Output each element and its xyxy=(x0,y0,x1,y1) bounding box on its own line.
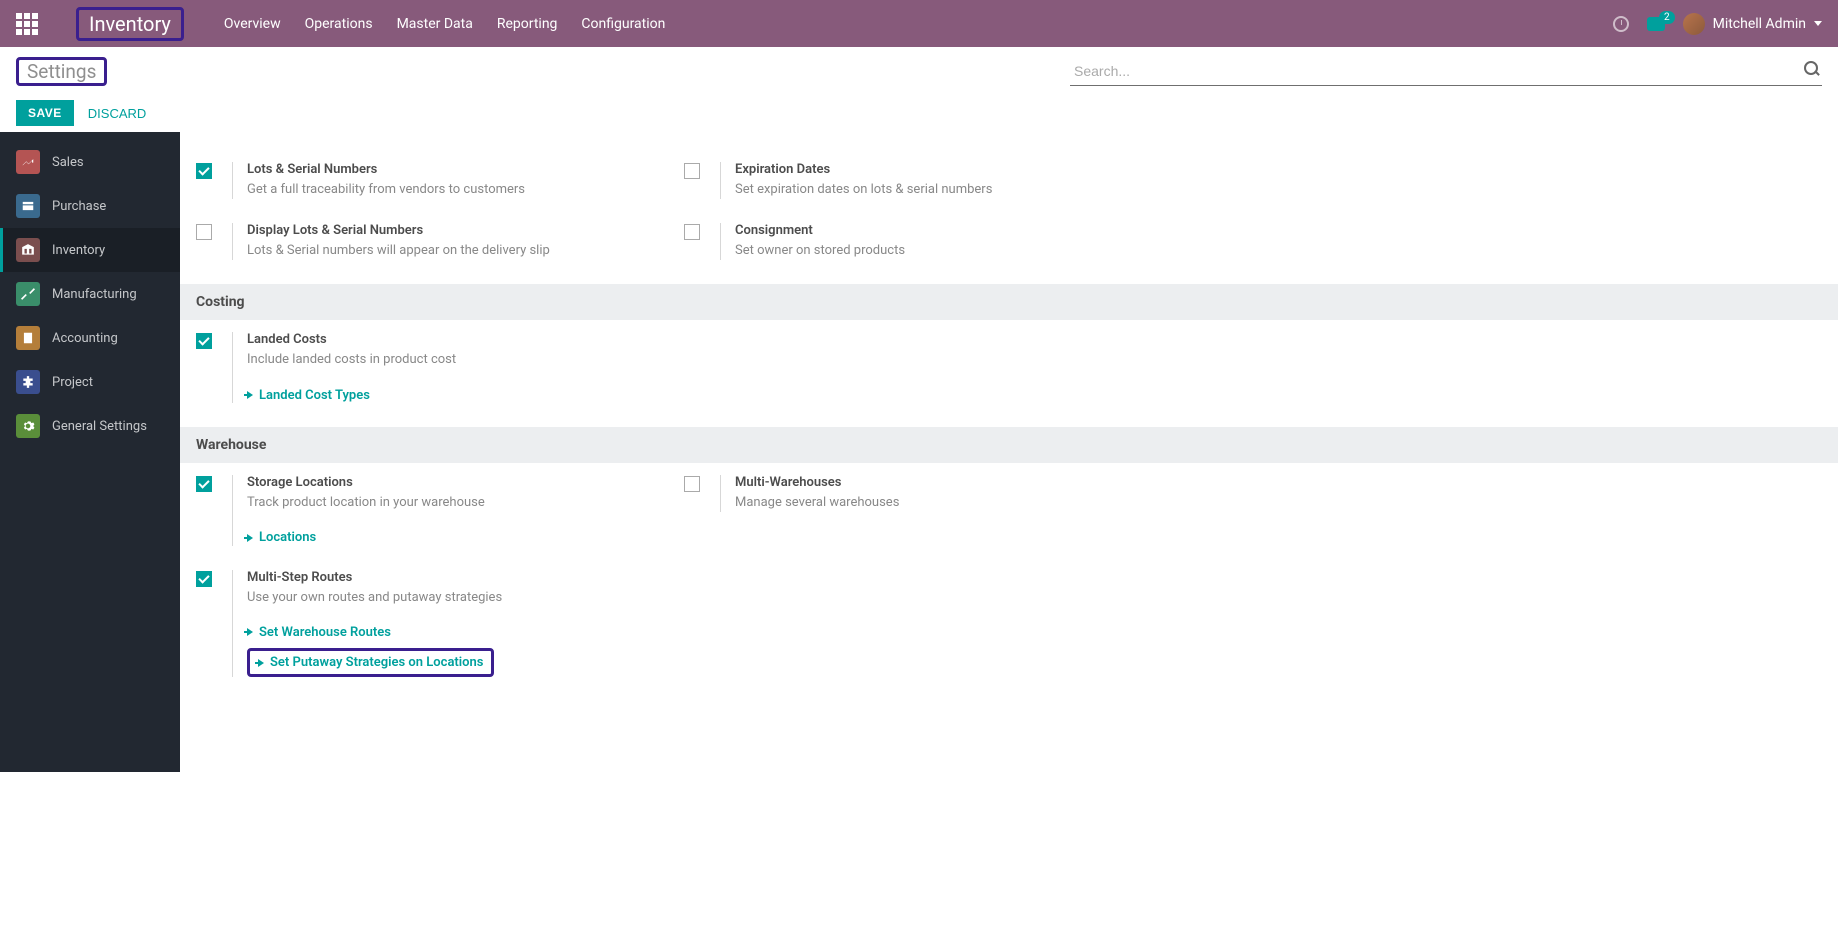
setting-multi-warehouses: Multi-Warehouses Manage several warehous… xyxy=(684,463,1172,524)
setting-desc: Set owner on stored products xyxy=(735,242,1172,260)
setting-title: Lots & Serial Numbers xyxy=(247,162,684,177)
sidebar: Sales Purchase Inventory Manufacturing A… xyxy=(0,132,180,772)
nav-operations[interactable]: Operations xyxy=(305,16,373,32)
setting-multi-step-routes: Multi-Step Routes Use your own routes an… xyxy=(196,558,684,690)
checkbox[interactable] xyxy=(196,476,212,492)
sidebar-item-label: Sales xyxy=(52,155,84,170)
arrow-right-icon xyxy=(247,534,253,542)
setting-title: Multi-Warehouses xyxy=(735,475,1172,490)
messages-icon[interactable]: 2 xyxy=(1647,17,1665,31)
arrow-right-icon xyxy=(247,628,253,636)
checkbox[interactable] xyxy=(196,333,212,349)
sidebar-item-sales[interactable]: Sales xyxy=(0,140,180,184)
save-button[interactable]: SAVE xyxy=(16,100,74,126)
sidebar-item-project[interactable]: Project xyxy=(0,360,180,404)
sidebar-item-inventory[interactable]: Inventory xyxy=(0,228,180,272)
subheader: Settings SAVE DISCARD xyxy=(0,47,1838,132)
topbar: Inventory Overview Operations Master Dat… xyxy=(0,0,1838,47)
sidebar-item-label: General Settings xyxy=(52,419,147,434)
sidebar-item-purchase[interactable]: Purchase xyxy=(0,184,180,228)
topbar-right: 2 Mitchell Admin xyxy=(1613,13,1822,35)
setting-title: Storage Locations xyxy=(247,475,684,490)
nav-configuration[interactable]: Configuration xyxy=(581,16,665,32)
setting-title: Expiration Dates xyxy=(735,162,1172,177)
setting-desc: Get a full traceability from vendors to … xyxy=(247,181,684,199)
app-brand[interactable]: Inventory xyxy=(76,7,184,41)
clock-icon[interactable] xyxy=(1613,16,1629,32)
checkbox[interactable] xyxy=(684,224,700,240)
sidebar-item-label: Inventory xyxy=(52,243,105,258)
setting-desc: Track product location in your warehouse xyxy=(247,494,684,512)
sidebar-item-label: Manufacturing xyxy=(52,287,137,302)
setting-desc: Set expiration dates on lots & serial nu… xyxy=(735,181,1172,199)
setting-desc: Include landed costs in product cost xyxy=(247,351,684,369)
top-nav: Overview Operations Master Data Reportin… xyxy=(224,16,666,32)
apps-icon[interactable] xyxy=(16,13,38,35)
checkbox[interactable] xyxy=(196,163,212,179)
link-locations[interactable]: Locations xyxy=(247,530,316,545)
chevron-down-icon xyxy=(1814,21,1822,26)
setting-consignment: Consignment Set owner on stored products xyxy=(684,211,1172,272)
checkbox[interactable] xyxy=(684,163,700,179)
arrow-right-icon xyxy=(247,391,253,399)
search-input[interactable] xyxy=(1070,57,1822,86)
link-landed-cost-types[interactable]: Landed Cost Types xyxy=(247,388,370,403)
setting-title: Landed Costs xyxy=(247,332,684,347)
page-title: Settings xyxy=(16,57,107,86)
checkbox[interactable] xyxy=(196,571,212,587)
main-content: Lots & Serial Numbers Get a full traceab… xyxy=(180,132,1838,772)
checkbox[interactable] xyxy=(196,224,212,240)
section-header-warehouse: Warehouse xyxy=(180,427,1838,463)
setting-desc: Use your own routes and putaway strategi… xyxy=(247,589,684,607)
user-menu[interactable]: Mitchell Admin xyxy=(1683,13,1822,35)
setting-expiration-dates: Expiration Dates Set expiration dates on… xyxy=(684,150,1172,211)
link-set-warehouse-routes[interactable]: Set Warehouse Routes xyxy=(247,625,391,640)
nav-overview[interactable]: Overview xyxy=(224,16,281,32)
arrow-right-icon xyxy=(258,659,264,667)
user-name: Mitchell Admin xyxy=(1713,16,1806,32)
section-header-costing: Costing xyxy=(180,284,1838,320)
setting-desc: Lots & Serial numbers will appear on the… xyxy=(247,242,684,260)
search-icon[interactable] xyxy=(1804,61,1818,75)
setting-title: Multi-Step Routes xyxy=(247,570,684,585)
sidebar-item-label: Accounting xyxy=(52,331,118,346)
discard-button[interactable]: DISCARD xyxy=(88,106,147,121)
nav-master-data[interactable]: Master Data xyxy=(397,16,473,32)
setting-storage-locations: Storage Locations Track product location… xyxy=(196,463,684,558)
checkbox[interactable] xyxy=(684,476,700,492)
avatar xyxy=(1683,13,1705,35)
setting-title: Display Lots & Serial Numbers xyxy=(247,223,684,238)
nav-reporting[interactable]: Reporting xyxy=(497,16,558,32)
sidebar-item-general-settings[interactable]: General Settings xyxy=(0,404,180,448)
setting-display-lots: Display Lots & Serial Numbers Lots & Ser… xyxy=(196,211,684,272)
setting-title: Consignment xyxy=(735,223,1172,238)
sidebar-item-label: Purchase xyxy=(52,199,106,214)
search-wrap xyxy=(1070,57,1822,86)
setting-lots-serial: Lots & Serial Numbers Get a full traceab… xyxy=(196,150,684,211)
setting-desc: Manage several warehouses xyxy=(735,494,1172,512)
link-set-putaway-strategies[interactable]: Set Putaway Strategies on Locations xyxy=(247,648,494,677)
setting-landed-costs: Landed Costs Include landed costs in pro… xyxy=(196,320,684,415)
sidebar-item-accounting[interactable]: Accounting xyxy=(0,316,180,360)
sidebar-item-manufacturing[interactable]: Manufacturing xyxy=(0,272,180,316)
messages-badge: 2 xyxy=(1659,11,1675,24)
sidebar-item-label: Project xyxy=(52,375,93,390)
